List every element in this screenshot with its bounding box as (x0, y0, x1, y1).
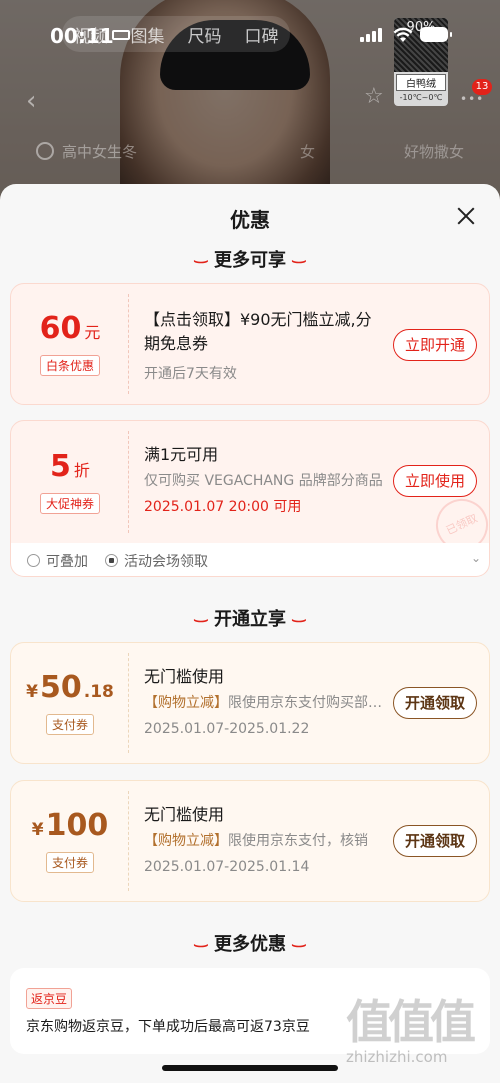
coupon-body: 【点击领取】¥90无门槛立减,分期免息券 开通后7天有效 (144, 308, 384, 384)
coupon-footer: 可叠加 活动会场领取 ⌄ (10, 543, 490, 577)
activate-button[interactable]: 立即开通 (393, 329, 477, 361)
coupon-promo[interactable]: 5折 大促神券 满1元可用 仅可购买 VEGACHANG 品牌部分商品 2025… (10, 420, 490, 544)
sleep-icon (112, 30, 130, 40)
coupon-scope-highlight: 【购物立减】 (144, 695, 228, 711)
coupon-scope: 【购物立减】限使用京东支付购买部分商品 (144, 693, 384, 713)
coupon-body: 无门槛使用 【购物立减】限使用京东支付，核销 2025.01.07-2025.0… (144, 803, 384, 877)
coupon-scope-text: 限使用京东支付，核销 (228, 833, 368, 849)
stackable-info: 可叠加 (27, 551, 88, 571)
coupon-scope-text: 限使用京东支付购买部分商品 (228, 695, 384, 711)
close-icon[interactable] (454, 204, 478, 228)
coupon-tag: 大促神券 (39, 493, 100, 514)
more-icon[interactable]: ••• (460, 92, 484, 106)
section-title: 更多可享 (214, 250, 286, 271)
coupon-value: 60 元 白条优惠 (11, 284, 129, 404)
coupon-divider (128, 294, 129, 394)
coupon-date: 2025.01.07 20:00 可用 (144, 499, 302, 515)
coupon-baitiao[interactable]: 60 元 白条优惠 【点击领取】¥90无门槛立减,分期免息券 开通后7天有效 立即… (10, 283, 490, 405)
watermark-logo: 值值值 (346, 995, 476, 1049)
signal-icon (360, 28, 382, 42)
coupon-value: 5折 大促神券 (11, 421, 129, 543)
coupon-divider (128, 653, 129, 753)
coupon-currency: ¥ (31, 820, 44, 840)
chevron-down-icon[interactable]: ⌄ (471, 551, 481, 565)
coupon-unit: 折 (73, 461, 90, 480)
stackable-label: 可叠加 (46, 554, 88, 570)
coupon-title: 无门槛使用 (144, 805, 225, 824)
coupon-value: ¥100 支付券 (11, 781, 129, 901)
thumbnail-temp: -10℃~0℃ (399, 93, 443, 102)
coupon-divider (128, 791, 129, 891)
search-hint-right: 女 (300, 143, 316, 161)
coupon-pay-50[interactable]: ¥50.18 支付券 无门槛使用 【购物立减】限使用京东支付购买部分商品 202… (10, 642, 490, 764)
coupon-scope-highlight: 【购物立减】 (144, 833, 228, 849)
section-more-discounts: ⌣ 更多优惠 ⌣ (0, 930, 500, 956)
sheet-title: 优惠 (230, 208, 270, 232)
coupon-title: 无门槛使用 (144, 667, 225, 686)
coupon-currency: ¥ (26, 682, 38, 702)
coupon-body: 无门槛使用 【购物立减】限使用京东支付购买部分商品 2025.01.07-202… (144, 665, 384, 739)
smile-decor-icon: ⌣ (193, 611, 209, 629)
smile-decor-icon: ⌣ (291, 252, 307, 270)
discount-sheet: 优惠 ⌣ 更多可享 ⌣ 60 元 白条优惠 【点击领取】¥90无门槛立减,分期免息券 … (0, 184, 500, 1083)
stack-icon (27, 554, 40, 567)
coupon-divider (128, 431, 129, 533)
coupon-value: ¥50.18 支付券 (11, 643, 129, 763)
open-claim-button[interactable]: 开通领取 (393, 825, 477, 857)
coupon-amount: 5 (50, 449, 71, 484)
site-watermark: 值值值 zhizhizhi.com (346, 986, 496, 1066)
coupon-unit: 元 (84, 323, 101, 342)
search-hint[interactable]: 高中女生冬 (62, 141, 137, 162)
home-indicator[interactable] (162, 1065, 338, 1071)
coupon-body: 满1元可用 仅可购买 VEGACHANG 品牌部分商品 2025.01.07 2… (144, 443, 384, 517)
section-title: 更多优惠 (214, 934, 286, 955)
back-icon[interactable]: ‹ (26, 86, 36, 116)
coupon-validity: 开通后7天有效 (144, 366, 237, 382)
coupon-pay-100[interactable]: ¥100 支付券 无门槛使用 【购物立减】限使用京东支付，核销 2025.01.… (10, 780, 490, 902)
smile-decor-icon: ⌣ (193, 936, 209, 954)
watermark-url: zhizhizhi.com (346, 1048, 448, 1066)
coupon-amount: 50 (39, 670, 82, 705)
coupon-tag: 支付券 (45, 714, 94, 735)
search-icon (36, 142, 54, 160)
status-bar: 00:11 (0, 0, 500, 64)
wifi-icon (393, 27, 413, 42)
search-hint-far: 好物撒女 (404, 143, 465, 161)
claimed-stamp: 已领取 (427, 490, 489, 543)
star-icon[interactable]: ☆ (364, 84, 384, 109)
smile-decor-icon: ⌣ (291, 936, 307, 954)
coupon-date: 2025.01.07-2025.01.22 (144, 721, 310, 737)
smile-decor-icon: ⌣ (193, 252, 209, 270)
coupon-title: 【点击领取】¥90无门槛立减,分期免息券 (144, 310, 372, 353)
coupon-date: 2025.01.07-2025.01.14 (144, 859, 310, 875)
use-now-button[interactable]: 立即使用 (393, 465, 477, 497)
section-title: 开通立享 (214, 609, 286, 630)
coupon-amount: 60 (39, 311, 82, 346)
status-time: 00:11 (50, 24, 114, 48)
coupon-scope: 仅可购买 VEGACHANG 品牌部分商品 (144, 473, 383, 489)
thumbnail-label: 白鸭绒 (396, 74, 446, 91)
coupon-amount: 100 (45, 808, 109, 843)
venue-icon (105, 554, 118, 567)
section-more-available: ⌣ 更多可享 ⌣ (0, 246, 500, 272)
smile-decor-icon: ⌣ (291, 611, 307, 629)
coupon-title: 满1元可用 (144, 445, 219, 464)
battery-icon (420, 27, 452, 42)
jd-beans-tag: 返京豆 (26, 988, 73, 1009)
open-claim-button[interactable]: 开通领取 (393, 687, 477, 719)
venue-info: 活动会场领取 (105, 551, 208, 571)
jd-beans-text: 京东购物返京豆，下单成功后最高可返73京豆 (26, 1019, 310, 1035)
section-open-enjoy: ⌣ 开通立享 ⌣ (0, 605, 500, 631)
coupon-decimal: .18 (83, 682, 114, 702)
venue-label: 活动会场领取 (124, 554, 208, 570)
coupon-tag: 白条优惠 (39, 355, 100, 376)
coupon-scope: 【购物立减】限使用京东支付，核销 (144, 831, 384, 851)
coupon-tag: 支付券 (45, 852, 94, 873)
